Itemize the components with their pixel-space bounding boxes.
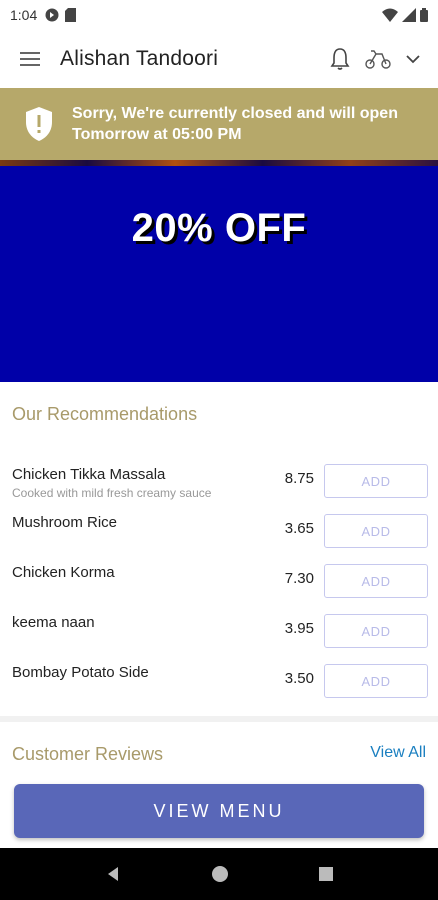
closed-message-line2: Tomorrow at 05:00 PM [72, 126, 242, 143]
recents-icon[interactable] [318, 866, 334, 882]
recommendations-title: Our Recommendations [12, 404, 198, 424]
status-bar: 1:04 [0, 0, 438, 30]
promo-banner[interactable]: 20% OFF [0, 160, 438, 382]
signal-icon [402, 8, 416, 22]
system-nav-bar [0, 848, 438, 900]
add-button[interactable]: ADD [324, 564, 428, 598]
list-item: Chicken Korma 7.30 ADD [0, 560, 438, 610]
battery-icon [420, 8, 428, 22]
view-menu-button[interactable]: VIEW MENU [14, 784, 424, 838]
list-item: Bombay Potato Side 3.50 ADD [0, 660, 438, 710]
section-divider [0, 716, 438, 722]
item-price: 8.75 [284, 470, 314, 487]
item-price: 7.30 [284, 570, 314, 587]
page-title: Alishan Tandoori [60, 47, 219, 70]
promo-strip [0, 160, 438, 166]
list-item: Chicken Tikka Massala Cooked with mild f… [0, 460, 438, 510]
sd-card-icon [65, 8, 77, 22]
app-notification-icon [45, 8, 59, 22]
add-button[interactable]: ADD [324, 464, 428, 498]
add-button[interactable]: ADD [324, 614, 428, 648]
item-price: 3.95 [284, 620, 314, 637]
item-name: Chicken Korma [12, 564, 115, 581]
status-time: 1:04 [10, 7, 38, 23]
item-description: Cooked with mild fresh creamy sauce [12, 486, 212, 500]
shield-alert-icon [26, 107, 52, 141]
item-price: 3.50 [284, 670, 314, 687]
reviews-title: Customer Reviews [12, 744, 164, 764]
item-name: Mushroom Rice [12, 514, 118, 531]
hamburger-icon [20, 52, 40, 66]
app-bar: Alishan Tandoori [0, 30, 438, 88]
menu-button[interactable] [0, 30, 60, 88]
item-name: Chicken Tikka Massala [12, 466, 166, 483]
closed-message: Sorry, We're currently closed and will o… [72, 103, 398, 145]
add-button[interactable]: ADD [324, 514, 428, 548]
view-all-link[interactable]: View All [370, 744, 426, 762]
add-button[interactable]: ADD [324, 664, 428, 698]
promo-text: 20% OFF [131, 206, 307, 250]
chevron-down-icon[interactable] [406, 54, 420, 64]
bell-icon[interactable] [330, 47, 350, 71]
item-name: keema naan [12, 614, 95, 631]
closed-banner: Sorry, We're currently closed and will o… [0, 88, 438, 160]
wifi-icon [382, 8, 398, 22]
scooter-icon[interactable] [364, 48, 392, 70]
back-icon[interactable] [104, 865, 122, 883]
item-name: Bombay Potato Side [12, 664, 149, 681]
closed-message-line1: Sorry, We're currently closed and will o… [72, 105, 398, 122]
home-icon[interactable] [211, 865, 229, 883]
item-price: 3.65 [284, 520, 314, 537]
list-item: keema naan 3.95 ADD [0, 610, 438, 660]
list-item: Mushroom Rice 3.65 ADD [0, 510, 438, 560]
